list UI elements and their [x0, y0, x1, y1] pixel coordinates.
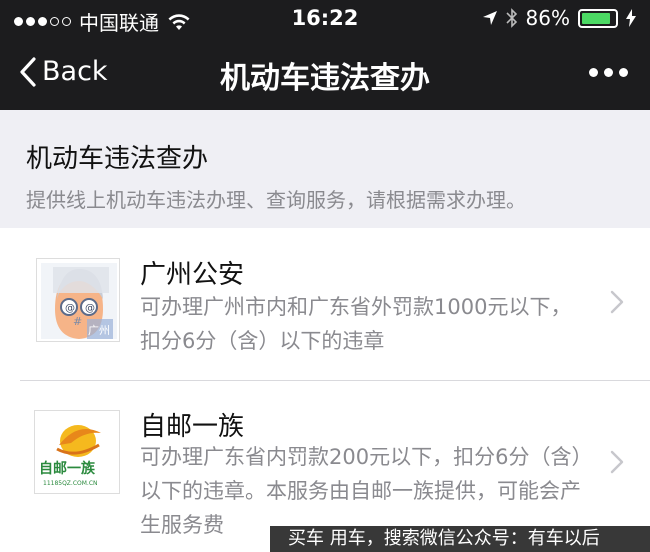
svg-text:#: #	[73, 315, 82, 328]
watermark-slash-icon	[259, 526, 269, 552]
item-title: 自邮一族	[140, 412, 245, 442]
back-button[interactable]: Back	[18, 56, 108, 87]
battery-icon	[578, 8, 618, 28]
bluetooth-icon	[505, 8, 517, 28]
chevron-right-icon	[610, 450, 624, 474]
watermark-banner: 买车 用车，搜索微信公众号：有车以后	[270, 526, 650, 552]
chevron-right-icon	[610, 290, 624, 314]
section-title: 机动车违法查办	[26, 144, 209, 174]
logo-text: 自邮一族	[39, 460, 96, 477]
battery-percent: 86%	[525, 6, 570, 30]
status-bar: 中国联通 16:22 86%	[0, 0, 650, 38]
chevron-left-icon	[20, 56, 36, 87]
section-header: 机动车违法查办 提供线上机动车违法办理、查询服务，请根据需求办理。	[0, 110, 650, 228]
status-right: 86%	[482, 6, 636, 30]
guangzhou-police-logo: @ @ # 广州	[36, 258, 120, 342]
logo-text: 广州	[88, 324, 110, 337]
section-subtitle: 提供线上机动车违法办理、查询服务，请根据需求办理。	[26, 188, 526, 212]
location-arrow-icon	[482, 11, 497, 25]
back-label: Back	[42, 56, 108, 87]
ziyou-yizu-logo: 自邮一族 11185QZ.COM.CN	[34, 410, 120, 494]
svg-text:@: @	[85, 303, 95, 314]
charging-bolt-icon	[626, 9, 636, 27]
more-options-icon[interactable]	[589, 68, 628, 77]
list-item-guangzhou-police[interactable]: @ @ # 广州 广州公安 可办理广州市内和广东省外罚款1000元以下，扣分6分…	[0, 228, 650, 380]
battery-level-fill	[582, 12, 610, 24]
item-title: 广州公安	[140, 260, 245, 290]
logo-subtext: 11185QZ.COM.CN	[43, 480, 98, 487]
svg-text:@: @	[65, 303, 75, 314]
item-description: 可办理广州市内和广东省外罚款1000元以下，扣分6分（含）以下的违章	[140, 295, 572, 353]
navigation-bar: Back 机动车违法查办	[0, 38, 650, 110]
service-list: @ @ # 广州 广州公安 可办理广州市内和广东省外罚款1000元以下，扣分6分…	[0, 228, 650, 552]
